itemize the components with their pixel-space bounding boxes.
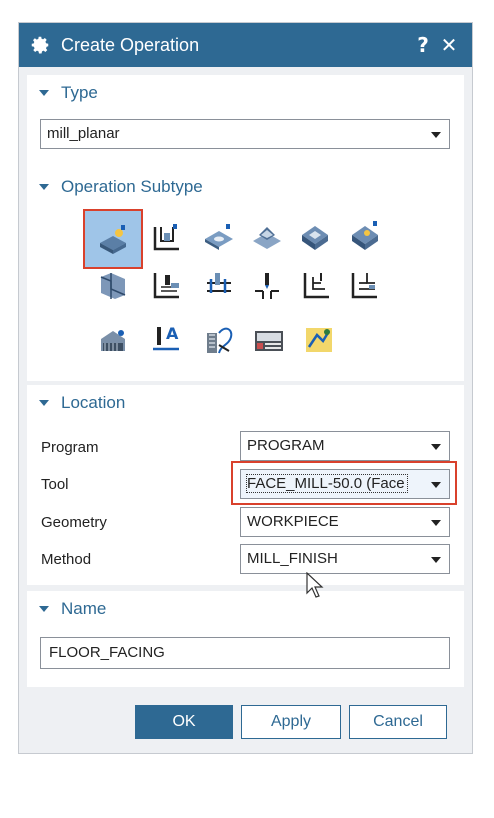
finish-floor-icon[interactable] — [301, 269, 333, 301]
operation-name-value: FLOOR_FACING — [49, 644, 165, 661]
floor-wall-pocket-icon[interactable] — [299, 219, 331, 251]
type-section: Type mill_planar — [27, 75, 464, 173]
collapse-caret-icon — [39, 184, 49, 190]
solid-profile-icon[interactable] — [97, 269, 129, 301]
method-select[interactable]: MILL_FINISH — [240, 544, 450, 574]
program-select[interactable]: PROGRAM — [240, 431, 450, 461]
type-section-header[interactable]: Type — [27, 75, 464, 111]
planar-profile-icon[interactable] — [151, 269, 183, 301]
floor-wall-ipw-icon[interactable] — [151, 221, 183, 253]
gear-icon — [31, 36, 49, 54]
geometry-label: Geometry — [41, 514, 107, 531]
mill-user-icon[interactable] — [253, 325, 285, 357]
planar-text-icon[interactable]: A — [151, 321, 183, 353]
program-label: Program — [41, 439, 99, 456]
tool-label: Tool — [41, 476, 69, 493]
subtype-section-title: Operation Subtype — [61, 177, 203, 196]
help-button[interactable]: ? — [410, 33, 436, 57]
title-bar: Create Operation ? ✕ — [19, 23, 472, 67]
create-operation-dialog: Create Operation ? ✕ Type mill_planar Op… — [18, 22, 473, 754]
mill-control-icon[interactable] — [203, 323, 235, 355]
name-section-header[interactable]: Name — [27, 591, 464, 627]
mill-simulate-icon[interactable] — [303, 323, 335, 355]
cavity-finish-icon[interactable] — [349, 219, 381, 251]
floor-wall-icon[interactable] — [97, 223, 129, 255]
collapse-caret-icon — [39, 606, 49, 612]
operation-subtype-section: Operation Subtype A — [27, 169, 464, 381]
planar-text-letter: A — [166, 324, 179, 343]
hole-milling-icon[interactable] — [349, 269, 381, 301]
dialog-title: Create Operation — [61, 34, 200, 55]
cancel-button[interactable]: Cancel — [349, 705, 447, 739]
ok-button[interactable]: OK — [135, 705, 233, 739]
location-section-header[interactable]: Location — [27, 385, 464, 421]
type-select-value: mill_planar — [47, 125, 120, 142]
location-section: Location Program PROGRAM Tool FACE_MILL-… — [27, 385, 464, 585]
method-label: Method — [41, 551, 92, 568]
location-section-title: Location — [61, 393, 126, 412]
collapse-caret-icon — [39, 400, 49, 406]
dropdown-arrow-icon — [431, 444, 441, 450]
type-section-title: Type — [61, 83, 98, 102]
dropdown-arrow-icon — [431, 520, 441, 526]
close-button[interactable]: ✕ — [436, 33, 462, 57]
geometry-select[interactable]: WORKPIECE — [240, 507, 450, 537]
type-select[interactable]: mill_planar — [40, 119, 450, 149]
subtype-section-header[interactable]: Operation Subtype — [27, 169, 464, 205]
apply-button[interactable]: Apply — [241, 705, 341, 739]
face-milling-icon[interactable] — [203, 221, 235, 253]
program-select-value: PROGRAM — [247, 437, 325, 454]
collapse-caret-icon — [39, 90, 49, 96]
name-section-title: Name — [61, 599, 107, 618]
face-milling-area-icon[interactable] — [251, 221, 283, 253]
finish-walls-icon[interactable] — [251, 269, 283, 301]
method-select-value: MILL_FINISH — [247, 550, 338, 567]
dropdown-arrow-icon — [431, 132, 441, 138]
geometry-select-value: WORKPIECE — [247, 513, 339, 530]
mouse-cursor-icon — [306, 572, 324, 598]
dropdown-arrow-icon — [431, 557, 441, 563]
name-section: Name FLOOR_FACING — [27, 591, 464, 687]
tool-highlight-frame — [231, 461, 457, 505]
operation-name-input[interactable]: FLOOR_FACING — [40, 637, 450, 669]
thread-milling-icon[interactable] — [97, 325, 129, 357]
cleanup-corners-icon[interactable] — [203, 269, 235, 301]
